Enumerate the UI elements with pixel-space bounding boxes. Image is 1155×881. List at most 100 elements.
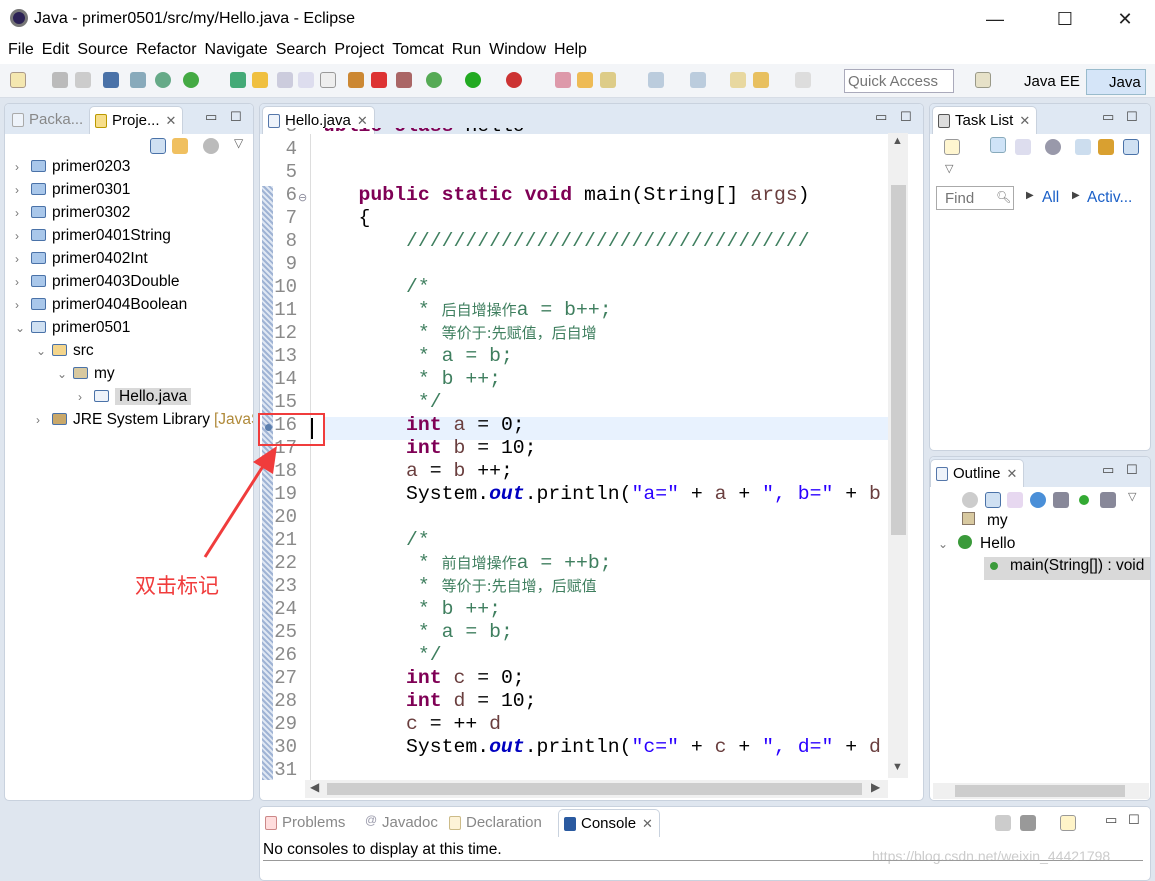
server-stop-icon[interactable] bbox=[371, 72, 387, 88]
chevron-right-icon[interactable]: › bbox=[15, 252, 29, 266]
close-tab-icon[interactable]: ✕ bbox=[357, 113, 368, 128]
minimize-button[interactable]: — bbox=[975, 6, 1015, 32]
mark-occurrences-icon[interactable] bbox=[252, 72, 268, 88]
outline-horizontal-scrollbar[interactable] bbox=[933, 783, 1149, 799]
view-menu-icon[interactable]: ▽ bbox=[1128, 490, 1136, 503]
line-number[interactable]: 13 bbox=[259, 345, 297, 368]
code-line[interactable]: /* bbox=[325, 276, 430, 299]
code-line[interactable]: /* bbox=[325, 529, 430, 552]
code-line[interactable]: int d = 10; bbox=[325, 690, 537, 713]
line-number[interactable]: 4 bbox=[259, 138, 297, 161]
menu-window[interactable]: Window bbox=[481, 38, 546, 59]
collapse-all-icon[interactable] bbox=[985, 492, 1001, 508]
tab-package-explorer[interactable]: Packa... bbox=[7, 106, 89, 134]
skip-breakpoints-icon[interactable] bbox=[130, 72, 146, 88]
code-line[interactable]: * 等价于:先自增，后赋值 bbox=[325, 575, 597, 598]
code-line[interactable]: { bbox=[325, 207, 370, 230]
line-number[interactable]: 12 bbox=[259, 322, 297, 345]
line-number[interactable]: 14 bbox=[259, 368, 297, 391]
new-java-project-icon[interactable] bbox=[555, 72, 571, 88]
line-number[interactable]: 31 bbox=[259, 759, 297, 778]
outline-item-class[interactable]: ⌄ Hello bbox=[938, 535, 1015, 558]
minimize-icon[interactable]: ▭ bbox=[1102, 109, 1114, 125]
close-tab-icon[interactable]: ✕ bbox=[1019, 113, 1030, 128]
code-line[interactable]: int a = 0; bbox=[325, 414, 525, 437]
code-line[interactable]: System.out.println("c=" + c + ", d=" + d bbox=[325, 736, 881, 759]
last-edit-icon[interactable] bbox=[730, 72, 746, 88]
close-tab-icon[interactable]: ✕ bbox=[642, 816, 653, 831]
menu-run[interactable]: Run bbox=[444, 38, 481, 59]
chevron-right-icon[interactable]: › bbox=[15, 183, 29, 197]
console-icon[interactable] bbox=[103, 72, 119, 88]
debug-icon[interactable] bbox=[426, 72, 442, 88]
minimize-icon[interactable]: ▭ bbox=[205, 109, 217, 125]
chevron-right-icon[interactable]: › bbox=[36, 413, 50, 427]
line-number[interactable]: 24 bbox=[259, 598, 297, 621]
refresh-icon[interactable] bbox=[155, 72, 171, 88]
open-type-icon[interactable] bbox=[230, 72, 246, 88]
all-link[interactable]: All bbox=[1042, 189, 1059, 207]
code-line[interactable]: * a = b; bbox=[325, 621, 513, 644]
line-number[interactable]: 3 bbox=[259, 128, 297, 138]
save-icon[interactable] bbox=[52, 72, 68, 88]
tree-item[interactable]: › primer0401String bbox=[15, 227, 171, 250]
server-start-icon[interactable] bbox=[348, 72, 364, 88]
line-number[interactable]: 27 bbox=[259, 667, 297, 690]
editor-vertical-scrollbar[interactable]: ▲ ▼ bbox=[888, 133, 908, 778]
tree-item[interactable]: › JRE System Library[JavaS bbox=[36, 411, 253, 434]
line-number[interactable]: 26 bbox=[259, 644, 297, 667]
tree-item[interactable]: › primer0403Double bbox=[15, 273, 180, 296]
menu-edit[interactable]: Edit bbox=[34, 38, 70, 59]
perspective-java-ee[interactable]: Java EE bbox=[1002, 69, 1084, 95]
line-number[interactable]: 30 bbox=[259, 736, 297, 759]
menu-search[interactable]: Search bbox=[268, 38, 327, 59]
perspective-java[interactable]: Java bbox=[1086, 69, 1146, 95]
filters-icon[interactable] bbox=[962, 492, 978, 508]
tree-item[interactable]: ⌄ my bbox=[57, 365, 115, 388]
line-number[interactable]: 10 bbox=[259, 276, 297, 299]
update-icon[interactable] bbox=[183, 72, 199, 88]
line-number[interactable]: 9 bbox=[259, 253, 297, 276]
scheduled-icon[interactable] bbox=[1015, 139, 1031, 155]
back-icon[interactable] bbox=[753, 72, 769, 88]
maximize-icon[interactable]: ☐ bbox=[1128, 812, 1140, 828]
line-number[interactable]: 6 bbox=[259, 184, 297, 207]
run-icon[interactable] bbox=[465, 72, 481, 88]
tree-item[interactable]: › primer0302 bbox=[15, 204, 130, 227]
search-icon[interactable] bbox=[600, 72, 616, 88]
line-number[interactable]: 7 bbox=[259, 207, 297, 230]
next-annotation-icon[interactable] bbox=[648, 72, 664, 88]
scroll-right-icon[interactable]: ▶ bbox=[871, 780, 880, 794]
open-folder-icon[interactable] bbox=[577, 72, 593, 88]
chevron-down-icon[interactable]: ⌄ bbox=[36, 344, 50, 358]
scroll-down-icon[interactable]: ▼ bbox=[892, 761, 903, 773]
code-line[interactable]: ////////////////////////////////// bbox=[325, 230, 810, 253]
menu-tomcat[interactable]: Tomcat bbox=[384, 38, 444, 59]
maximize-button[interactable]: ☐ bbox=[1045, 6, 1085, 32]
menu-refactor[interactable]: Refactor bbox=[128, 38, 196, 59]
outline-item-package[interactable]: my bbox=[962, 512, 1008, 535]
menu-navigate[interactable]: Navigate bbox=[197, 38, 268, 59]
categorized-icon[interactable] bbox=[990, 137, 1006, 153]
open-perspective-icon[interactable] bbox=[975, 72, 991, 88]
tab-problems[interactable]: Problems bbox=[260, 809, 351, 837]
tab-outline[interactable]: Outline ✕ bbox=[930, 459, 1025, 487]
show-whitespace-icon[interactable] bbox=[320, 72, 336, 88]
scrollbar-thumb[interactable] bbox=[327, 783, 862, 795]
maximize-icon[interactable]: ☐ bbox=[1126, 109, 1138, 125]
tab-javadoc[interactable]: @ Javadoc bbox=[360, 809, 444, 837]
filter-icon[interactable] bbox=[1045, 139, 1061, 155]
collapse-all-icon[interactable] bbox=[1123, 139, 1139, 155]
chevron-down-icon[interactable]: ⌄ bbox=[15, 321, 29, 335]
scroll-left-icon[interactable]: ◀ bbox=[310, 780, 319, 794]
line-number[interactable]: 29 bbox=[259, 713, 297, 736]
prev-annotation-icon[interactable] bbox=[690, 72, 706, 88]
code-line[interactable]: * 等价于:先赋值，后自增 bbox=[325, 322, 597, 345]
code-line[interactable]: int c = 0; bbox=[325, 667, 525, 690]
chevron-right-icon[interactable]: › bbox=[15, 275, 29, 289]
scrollbar-thumb[interactable] bbox=[955, 785, 1125, 797]
tree-item[interactable]: › primer0301 bbox=[15, 181, 130, 204]
chevron-right-icon[interactable]: › bbox=[15, 298, 29, 312]
maximize-icon[interactable]: ☐ bbox=[230, 109, 242, 125]
chevron-right-icon[interactable]: › bbox=[15, 160, 29, 174]
